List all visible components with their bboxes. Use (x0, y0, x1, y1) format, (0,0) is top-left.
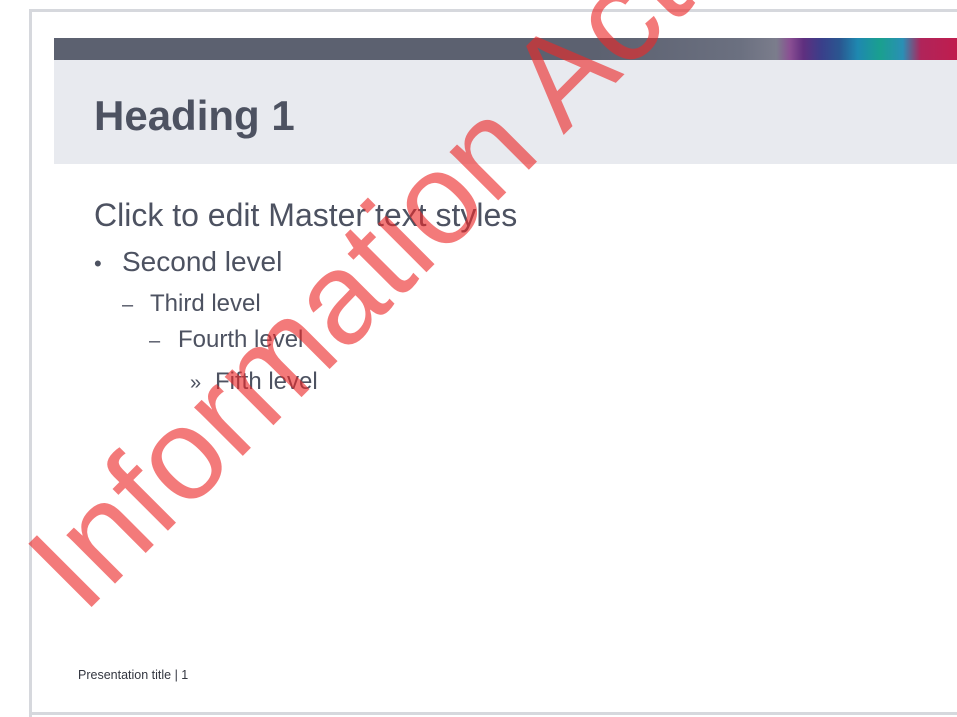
body-level-2-text: Second level (122, 246, 283, 277)
body-level-3[interactable]: – Third level (122, 290, 261, 319)
body-level-3-text: Third level (150, 290, 261, 317)
body-level-5-text: Fifth level (215, 368, 318, 395)
body-level-1[interactable]: Click to edit Master text styles (94, 197, 517, 233)
body-level-4[interactable]: – Fourth level (149, 326, 303, 355)
bullet-dash-icon: – (122, 294, 134, 316)
bullet-dot-icon: • (94, 251, 102, 276)
body-level-4-text: Fourth level (178, 326, 304, 353)
body-level-1-text: Click to edit Master text styles (94, 197, 518, 233)
bullet-chevron-icon: » (190, 372, 202, 394)
bullet-dash-icon: – (149, 330, 161, 352)
page: Heading 1 Click to edit Master text styl… (0, 0, 957, 717)
slide-heading[interactable]: Heading 1 (94, 92, 295, 140)
slide: Heading 1 Click to edit Master text styl… (32, 12, 957, 712)
decorative-color-bar (54, 38, 957, 60)
slide-footer: Presentation title | 1 (78, 668, 189, 682)
body-level-5[interactable]: » Fifth level (190, 368, 318, 397)
body-level-2[interactable]: • Second level (94, 246, 282, 280)
slide-frame-bottom (29, 712, 957, 715)
